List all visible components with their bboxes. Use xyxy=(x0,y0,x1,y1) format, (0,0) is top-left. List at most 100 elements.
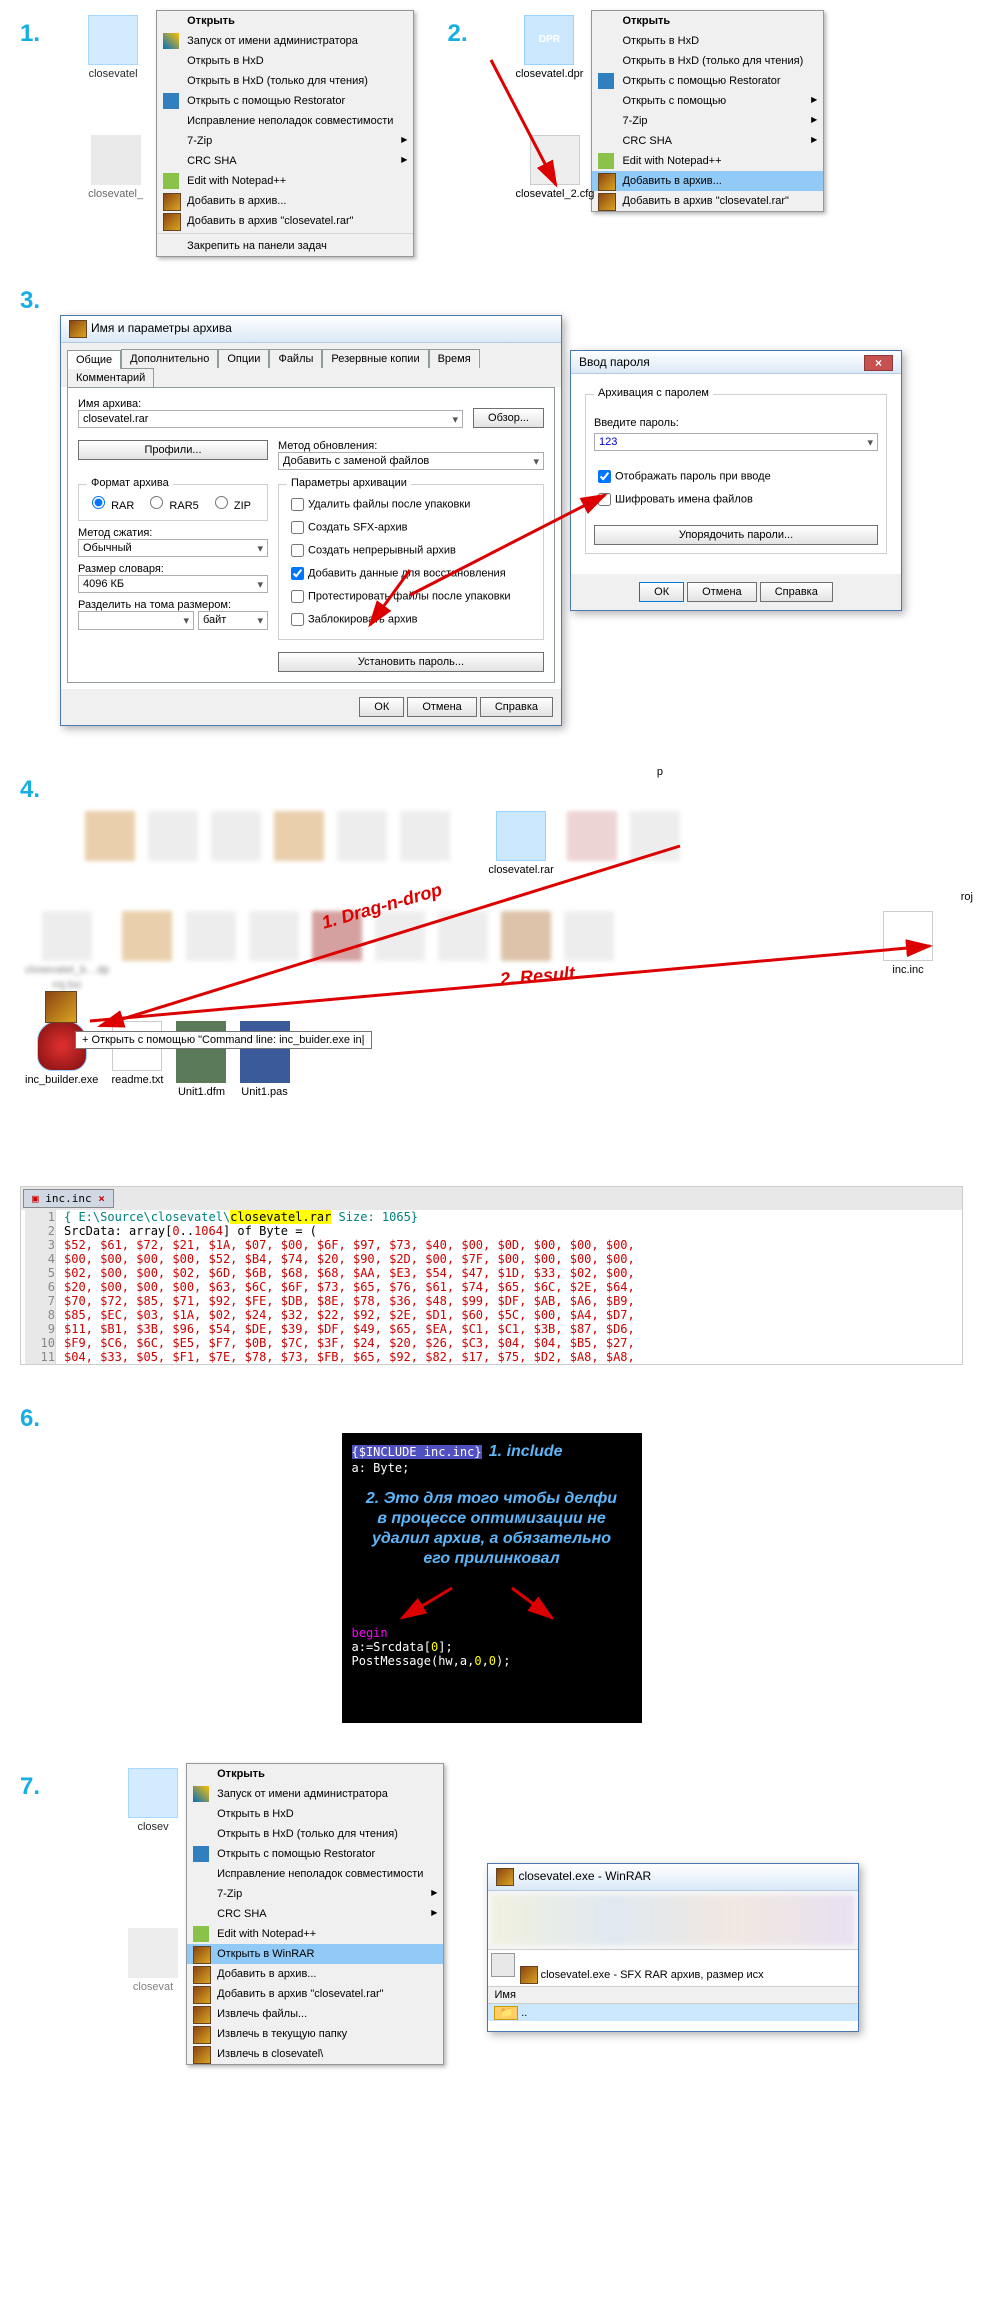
file-icon-cfg xyxy=(530,135,580,185)
menu-openwith[interactable]: Открыть с помощью xyxy=(592,91,823,111)
menu-add-named[interactable]: Добавить в архив "closevatel.rar" xyxy=(187,1984,443,2004)
file-inc-inc[interactable] xyxy=(883,911,933,961)
file-closevatel-rar[interactable] xyxy=(496,811,546,861)
step-1-number: 1. xyxy=(0,10,80,48)
menu-npp[interactable]: Edit with Notepad++ xyxy=(157,171,413,191)
tab-comment[interactable]: Комментарий xyxy=(67,368,154,387)
menu-restorator[interactable]: Открыть с помощью Restorator xyxy=(592,71,823,91)
context-menu-2: Открыть Открыть в HxD Открыть в HxD (тол… xyxy=(591,10,824,212)
menu-crc[interactable]: CRC SHA xyxy=(187,1904,443,1924)
menu-restorator[interactable]: Открыть с помощью Restorator xyxy=(187,1844,443,1864)
menu-7zip[interactable]: 7-Zip xyxy=(157,131,413,151)
set-password-button[interactable]: Установить пароль... xyxy=(278,652,544,672)
code-tab[interactable]: ▣ inc.inc × xyxy=(23,1189,114,1208)
menu-compat[interactable]: Исправление неполадок совместимости xyxy=(187,1864,443,1884)
menu-crc[interactable]: CRC SHA xyxy=(157,151,413,171)
update-method-combo[interactable]: Добавить с заменой файлов xyxy=(278,452,544,470)
menu-add-archive[interactable]: Добавить в архив... xyxy=(592,171,823,191)
split-size-combo[interactable] xyxy=(78,611,194,630)
menu-hxd-ro[interactable]: Открыть в HxD (только для чтения) xyxy=(187,1824,443,1844)
compression-label: Метод сжатия: xyxy=(78,527,268,539)
tab-backup[interactable]: Резервные копии xyxy=(322,349,428,368)
menu-pin[interactable]: Закрепить на панели задач xyxy=(157,236,413,256)
chk-recovery[interactable]: Добавить данные для восстановления xyxy=(287,562,535,585)
browse-button[interactable]: Обзор... xyxy=(473,408,544,428)
password-dialog: Ввод пароля× Архивация с паролем Введите… xyxy=(570,350,902,611)
menu-npp[interactable]: Edit with Notepad++ xyxy=(187,1924,443,1944)
menu-add-named[interactable]: Добавить в архив "closevatel.rar" xyxy=(592,191,823,211)
menu-extract-here[interactable]: Извлечь в текущую папку xyxy=(187,2024,443,2044)
chk-lock[interactable]: Заблокировать архив xyxy=(287,608,535,631)
menu-add-archive[interactable]: Добавить в архив... xyxy=(187,1964,443,1984)
format-rar[interactable]: RAR xyxy=(87,500,134,512)
dict-combo[interactable]: 4096 КБ xyxy=(78,575,268,593)
chk-sfx[interactable]: Создать SFX-архив xyxy=(287,516,535,539)
archive-params-group: Параметры архивации Удалить файлы после … xyxy=(278,484,544,640)
compression-combo[interactable]: Обычный xyxy=(78,539,268,557)
file-label: closevatel.rar xyxy=(488,864,553,876)
chk-delete[interactable]: Удалить файлы после упаковки xyxy=(287,493,535,516)
profiles-button[interactable]: Профили... xyxy=(78,440,268,460)
column-header[interactable]: Имя xyxy=(488,1987,858,2004)
help-button[interactable]: Справка xyxy=(760,582,833,602)
restorator-icon xyxy=(193,1846,209,1862)
menu-hxd-ro[interactable]: Открыть в HxD (только для чтения) xyxy=(592,51,823,71)
cancel-button[interactable]: Отмена xyxy=(407,697,476,717)
archive-format-group: Формат архива RAR RAR5 ZIP xyxy=(78,484,268,521)
ok-button[interactable]: ОК xyxy=(639,582,684,602)
notepadpp-icon xyxy=(598,153,614,169)
tab-time[interactable]: Время xyxy=(429,349,480,368)
chk-show-pwd[interactable]: Отображать пароль при вводе xyxy=(594,465,878,488)
menu-add-named[interactable]: Добавить в архив "closevatel.rar" xyxy=(157,211,413,231)
menu-runas[interactable]: Запуск от имени администратора xyxy=(187,1784,443,1804)
menu-open[interactable]: Открыть xyxy=(157,11,413,31)
password-input[interactable]: 123 xyxy=(594,433,878,451)
file-label: inc.inc xyxy=(883,964,933,976)
format-rar5[interactable]: RAR5 xyxy=(145,500,198,512)
up-button[interactable] xyxy=(491,1953,515,1977)
restorator-icon xyxy=(598,73,614,89)
format-zip[interactable]: ZIP xyxy=(210,500,251,512)
menu-add-archive[interactable]: Добавить в архив... xyxy=(157,191,413,211)
chk-encrypt-names[interactable]: Шифровать имена файлов xyxy=(594,488,878,511)
tab-files[interactable]: Файлы xyxy=(269,349,322,368)
menu-7zip[interactable]: 7-Zip xyxy=(187,1884,443,1904)
tab-options[interactable]: Опции xyxy=(218,349,269,368)
chk-test[interactable]: Протестировать файлы после упаковки xyxy=(287,585,535,608)
cancel-button[interactable]: Отмена xyxy=(687,582,756,602)
close-tab-icon[interactable]: × xyxy=(98,1192,105,1205)
file-icon[interactable] xyxy=(128,1768,178,1818)
menu-npp[interactable]: Edit with Notepad++ xyxy=(592,151,823,171)
list-item-up[interactable]: 📁 .. xyxy=(488,2004,858,2021)
menu-open-winrar[interactable]: Открыть в WinRAR xyxy=(187,1944,443,1964)
password-dialog-title: Ввод пароля× xyxy=(571,351,901,374)
menu-compat[interactable]: Исправление неполадок совместимости xyxy=(157,111,413,131)
menu-hxd[interactable]: Открыть в HxD xyxy=(187,1804,443,1824)
split-unit-combo[interactable]: байт xyxy=(198,611,268,630)
menu-hxd[interactable]: Открыть в HxD xyxy=(592,31,823,51)
menu-open[interactable]: Открыть xyxy=(187,1764,443,1784)
menu-hxd-ro[interactable]: Открыть в HxD (только для чтения) xyxy=(157,71,413,91)
ok-button[interactable]: ОК xyxy=(359,697,404,717)
close-icon[interactable]: × xyxy=(864,355,893,371)
menu-extract-to[interactable]: Извлечь в closevatel\ xyxy=(187,2044,443,2064)
menu-7zip[interactable]: 7-Zip xyxy=(592,111,823,131)
menu-hxd[interactable]: Открыть в HxD xyxy=(157,51,413,71)
organize-passwords-button[interactable]: Упорядочить пароли... xyxy=(594,525,878,545)
separator xyxy=(157,233,413,234)
menu-open[interactable]: Открыть xyxy=(592,11,823,31)
winrar-icon xyxy=(193,1946,211,1964)
menu-runas[interactable]: Запуск от имени администратора xyxy=(157,31,413,51)
menu-crc[interactable]: CRC SHA xyxy=(592,131,823,151)
file-label: closev xyxy=(128,1821,178,1833)
menu-restorator[interactable]: Открыть с помощью Restorator xyxy=(157,91,413,111)
tab-advanced[interactable]: Дополнительно xyxy=(121,349,218,368)
file-icon-closevatel[interactable] xyxy=(88,15,138,65)
chk-solid[interactable]: Создать непрерывный архив xyxy=(287,539,535,562)
tab-general[interactable]: Общие xyxy=(67,350,121,369)
archive-name-input[interactable]: closevatel.rar xyxy=(78,410,463,428)
help-button[interactable]: Справка xyxy=(480,697,553,717)
file-icon-dpr[interactable]: DPR xyxy=(524,15,574,65)
menu-extract[interactable]: Извлечь файлы... xyxy=(187,2004,443,2024)
file-label: Unit1.pas xyxy=(240,1086,290,1098)
